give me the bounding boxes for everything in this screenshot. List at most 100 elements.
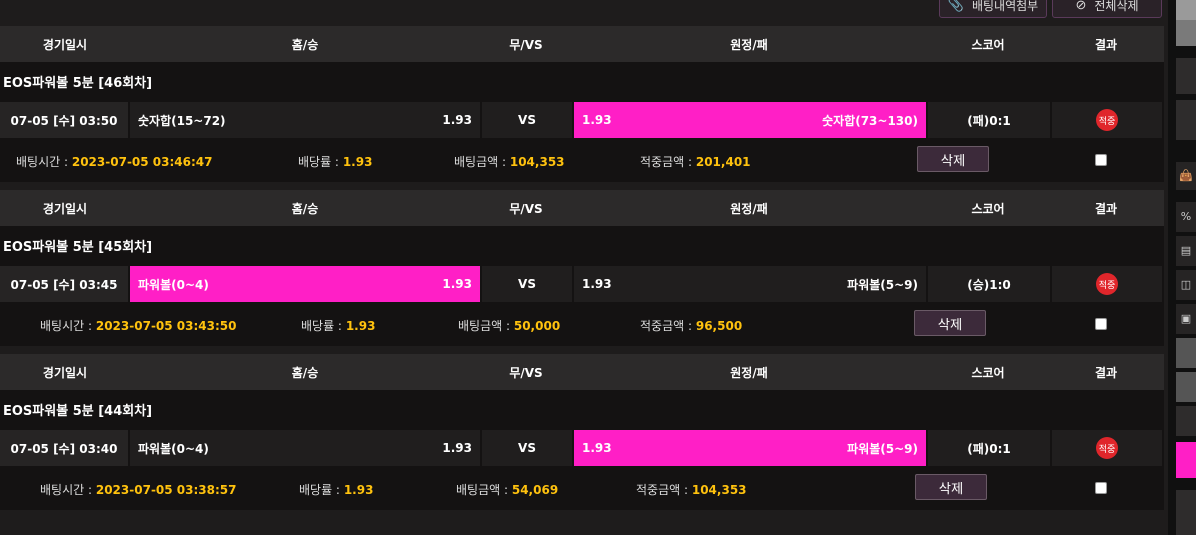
home-pick[interactable]: 숫자합(15~72) 1.93 bbox=[130, 102, 480, 138]
bet-time-value: 2023-07-05 03:43:50 bbox=[95, 319, 237, 333]
column-header: 경기일시 bbox=[42, 201, 88, 216]
win-value: 96,500 bbox=[695, 319, 743, 333]
column-header: 무/VS bbox=[509, 201, 543, 216]
table-row: 07-05 [수] 03:50 숫자합(15~72) 1.93 VS 1.93 … bbox=[0, 100, 1164, 140]
delete-button[interactable]: 삭제 bbox=[917, 146, 989, 172]
ban-icon: ⊘ bbox=[1075, 0, 1087, 12]
column-header: 결과 bbox=[1094, 201, 1118, 216]
delete-all-label: 전체삭제 bbox=[1094, 0, 1139, 13]
delete-all-button[interactable]: ⊘ 전체삭제 bbox=[1052, 0, 1162, 18]
column-header: 결과 bbox=[1094, 37, 1118, 52]
bet-info-row: 배팅시간 : 2023-07-05 03:38:57 배당률 : 1.93 배팅… bbox=[0, 468, 1164, 510]
away-odds: 1.93 bbox=[582, 113, 612, 127]
rate-value: 1.93 bbox=[342, 155, 373, 169]
delete-button[interactable]: 삭제 bbox=[915, 474, 987, 500]
bet-amount: 배팅금액 : 104,353 bbox=[454, 153, 565, 170]
basket-icon[interactable]: 👜 bbox=[1176, 162, 1196, 190]
select-checkbox[interactable] bbox=[1095, 154, 1107, 166]
bet-time-label: 배팅시간 : bbox=[40, 483, 93, 497]
column-header: 홈/승 bbox=[291, 365, 319, 380]
rail-tab[interactable] bbox=[1176, 20, 1196, 46]
attach-history-label: 배팅내역첨부 bbox=[971, 0, 1039, 13]
home-odds: 1.93 bbox=[442, 441, 472, 455]
table-header: 경기일시 홈/승 무/VS 원정/패 스코어 결과 bbox=[0, 190, 1164, 226]
away-pick[interactable]: 1.93 숫자합(73~130) bbox=[574, 102, 926, 138]
bet-time-value: 2023-07-05 03:46:47 bbox=[71, 155, 213, 169]
odds-rate: 배당률 : 1.93 bbox=[299, 481, 373, 498]
delete-button[interactable]: 삭제 bbox=[914, 310, 986, 336]
rail-tab[interactable] bbox=[1176, 372, 1196, 402]
rate-label: 배당률 : bbox=[299, 483, 340, 497]
bet-history-panel: 📎 배팅내역첨부 ⊘ 전체삭제 경기일시 홈/승 무/VS 원정/패 스코어 결과 EOS파… bbox=[0, 0, 1164, 535]
away-pick[interactable]: 1.93 파워볼(5~9) bbox=[574, 266, 926, 302]
result-badge: 적중 bbox=[1096, 109, 1118, 131]
select-checkbox[interactable] bbox=[1095, 482, 1107, 494]
rail-tab[interactable] bbox=[1176, 338, 1196, 368]
rate-label: 배당률 : bbox=[301, 319, 342, 333]
score: (패)0:1 bbox=[928, 102, 1050, 138]
column-header: 무/VS bbox=[509, 365, 543, 380]
percent-icon[interactable]: % bbox=[1176, 202, 1196, 232]
away-label: 파워볼(5~9) bbox=[847, 277, 918, 292]
away-label: 파워볼(5~9) bbox=[847, 441, 918, 456]
rail-tab[interactable] bbox=[1176, 58, 1196, 94]
attach-history-button[interactable]: 📎 배팅내역첨부 bbox=[939, 0, 1047, 18]
rail-tab[interactable] bbox=[1176, 406, 1196, 436]
away-odds: 1.93 bbox=[582, 277, 612, 291]
away-pick[interactable]: 1.93 파워볼(5~9) bbox=[574, 430, 926, 466]
bet-amount: 배팅금액 : 50,000 bbox=[458, 317, 560, 334]
rail-tab[interactable] bbox=[1176, 0, 1196, 20]
win-label: 적중금액 : bbox=[640, 319, 693, 333]
amount-label: 배팅금액 : bbox=[458, 319, 511, 333]
game-time: 07-05 [수] 03:40 bbox=[0, 430, 128, 466]
coins-icon[interactable]: ◫ bbox=[1176, 270, 1196, 300]
rail-tab[interactable] bbox=[1176, 100, 1196, 140]
odds-rate: 배당률 : 1.93 bbox=[298, 153, 372, 170]
column-header: 홈/승 bbox=[291, 37, 319, 52]
cash-icon[interactable]: ▣ bbox=[1176, 304, 1196, 334]
bet-time: 배팅시간 : 2023-07-05 03:43:50 bbox=[40, 317, 237, 334]
vs-label: VS bbox=[482, 102, 572, 138]
table-row: 07-05 [수] 03:45 파워볼(0~4) 1.93 VS 1.93 파워… bbox=[0, 264, 1164, 304]
home-pick[interactable]: 파워볼(0~4) 1.93 bbox=[130, 430, 480, 466]
bet-info-row: 배팅시간 : 2023-07-05 03:43:50 배당률 : 1.93 배팅… bbox=[0, 304, 1164, 346]
result-cell: 적중 bbox=[1052, 266, 1162, 302]
home-odds: 1.93 bbox=[442, 277, 472, 291]
score: (패)0:1 bbox=[928, 430, 1050, 466]
score: (승)1:0 bbox=[928, 266, 1050, 302]
divider bbox=[0, 346, 1164, 354]
win-value: 201,401 bbox=[695, 155, 751, 169]
amount-value: 50,000 bbox=[513, 319, 561, 333]
column-header: 원정/패 bbox=[730, 365, 768, 380]
column-header: 경기일시 bbox=[42, 365, 88, 380]
bet-time-label: 배팅시간 : bbox=[40, 319, 93, 333]
bet-info-row: 배팅시간 : 2023-07-05 03:46:47 배당률 : 1.93 배팅… bbox=[0, 140, 1164, 182]
rail-active-tab[interactable] bbox=[1176, 442, 1196, 478]
bet-group: 경기일시 홈/승 무/VS 원정/패 스코어 결과 EOS파워볼 5분 [44회차] 07-… bbox=[0, 354, 1164, 510]
amount-label: 배팅금액 : bbox=[454, 155, 507, 169]
amount-label: 배팅금액 : bbox=[456, 483, 509, 497]
rate-value: 1.93 bbox=[345, 319, 376, 333]
column-header: 스코어 bbox=[971, 365, 1005, 380]
game-time: 07-05 [수] 03:50 bbox=[0, 102, 128, 138]
paperclip-icon: 📎 bbox=[947, 0, 964, 12]
win-value: 104,353 bbox=[691, 483, 747, 497]
toolbar: 📎 배팅내역첨부 ⊘ 전체삭제 bbox=[0, 0, 1164, 26]
bet-time-value: 2023-07-05 03:38:57 bbox=[95, 483, 237, 497]
win-label: 적중금액 : bbox=[636, 483, 689, 497]
round-title: EOS파워볼 5분 [45회차] bbox=[0, 226, 1164, 264]
right-rail: 👜 % ▤ ◫ ▣ bbox=[1168, 0, 1196, 535]
home-label: 파워볼(0~4) bbox=[138, 441, 209, 456]
column-header: 스코어 bbox=[971, 37, 1005, 52]
select-checkbox[interactable] bbox=[1095, 318, 1107, 330]
result-cell: 적중 bbox=[1052, 102, 1162, 138]
game-time: 07-05 [수] 03:45 bbox=[0, 266, 128, 302]
amount-value: 104,353 bbox=[509, 155, 565, 169]
column-header: 스코어 bbox=[971, 201, 1005, 216]
result-badge: 적중 bbox=[1096, 273, 1118, 295]
wallet-icon[interactable]: ▤ bbox=[1176, 236, 1196, 266]
bet-group: 경기일시 홈/승 무/VS 원정/패 스코어 결과 EOS파워볼 5분 [46회차] 07-… bbox=[0, 26, 1164, 190]
bet-time: 배팅시간 : 2023-07-05 03:38:57 bbox=[40, 481, 237, 498]
home-pick[interactable]: 파워볼(0~4) 1.93 bbox=[130, 266, 480, 302]
rail-tab[interactable] bbox=[1176, 490, 1196, 535]
